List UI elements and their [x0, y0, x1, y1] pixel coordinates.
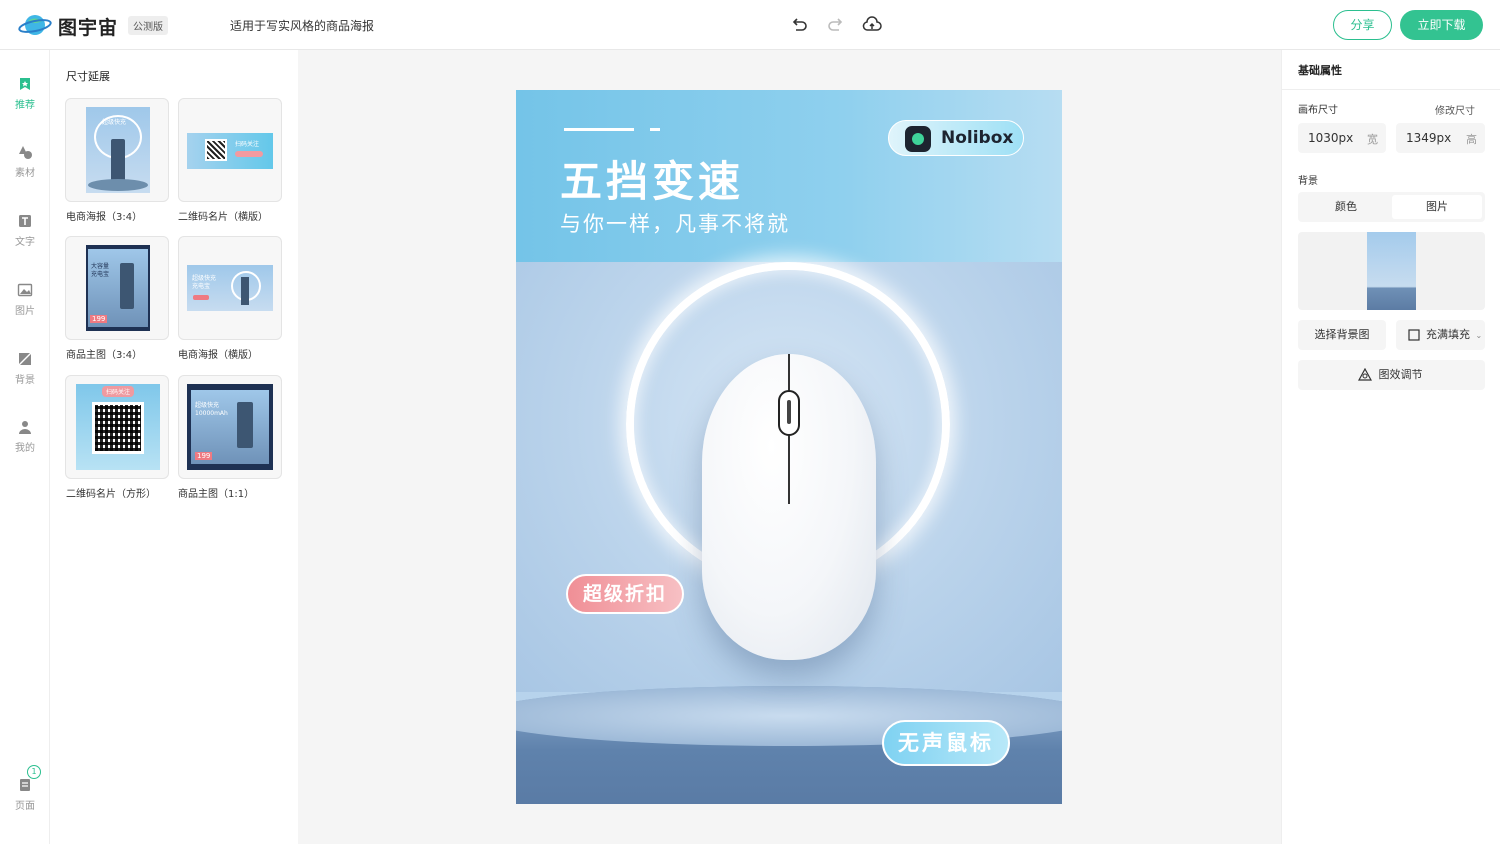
- top-bar: 图宇宙 公测版 适用于写实风格的商品海报 分享 立即下载: [0, 0, 1500, 50]
- price-tag: 199: [195, 452, 213, 460]
- tab-color[interactable]: 颜色: [1301, 195, 1391, 219]
- undo-icon[interactable]: [789, 15, 809, 35]
- fill-icon: [1408, 329, 1420, 341]
- nav-item-recommend[interactable]: 推荐: [0, 76, 50, 111]
- properties-header: 基础属性: [1282, 50, 1500, 90]
- poster-headline[interactable]: 五挡变速: [560, 148, 744, 209]
- background-preview[interactable]: [1298, 232, 1485, 310]
- background-type-toggle: 颜色 图片: [1298, 192, 1485, 222]
- nav-label: 推荐: [15, 100, 35, 111]
- effect-label: 图效调节: [1378, 368, 1423, 381]
- brand-name: Nolibox: [941, 128, 1014, 148]
- template-thumb[interactable]: 扫码关注: [178, 98, 282, 202]
- template-label[interactable]: 商品主图（3:4）: [66, 346, 142, 361]
- height-field[interactable]: 1349px 高: [1396, 123, 1485, 153]
- text-icon: [19, 215, 31, 227]
- nav-label: 文字: [15, 237, 35, 248]
- thumb-text: 超级快充 充电宝: [192, 275, 217, 290]
- brand-logo-icon: [905, 126, 931, 152]
- fill-mode-label: 充满填充: [1426, 328, 1470, 341]
- canvas-workspace: 五挡变速 与你一样，凡事不将就 Nolibox 超级折扣 无声鼠标: [298, 50, 1281, 844]
- properties-title: 基础属性: [1298, 64, 1342, 77]
- nav-label: 页面: [15, 801, 35, 812]
- nav-label: 我的: [15, 443, 35, 454]
- fill-mode-select[interactable]: 充满填充 ⌄: [1396, 320, 1485, 350]
- nav-label: 背景: [15, 375, 35, 386]
- image-icon: [17, 283, 33, 297]
- width-field[interactable]: 1030px 宽: [1298, 123, 1386, 153]
- app-name[interactable]: 图宇宙: [58, 13, 118, 40]
- properties-panel: 基础属性 画布尺寸 修改尺寸 1030px 宽 1349px 高 背景 颜色 图…: [1281, 50, 1500, 844]
- template-label[interactable]: 电商海报（横版）: [178, 346, 258, 361]
- template-label[interactable]: 电商海报（3:4）: [66, 208, 142, 223]
- template-thumb[interactable]: 大容量 充电宝 199: [65, 236, 169, 340]
- discount-tag[interactable]: 超级折扣: [566, 574, 684, 614]
- image-effect-button[interactable]: 图效调节: [1298, 360, 1485, 390]
- shapes-icon: [19, 146, 32, 159]
- nav-item-background[interactable]: 背景: [0, 351, 50, 386]
- template-label[interactable]: 二维码名片（横版）: [178, 208, 268, 223]
- nav-item-text[interactable]: 文字: [0, 213, 50, 248]
- planet-logo-icon[interactable]: [18, 12, 52, 38]
- qr-code-icon: [92, 402, 144, 454]
- template-thumb[interactable]: 超级快充: [65, 98, 169, 202]
- thumb-text: 超级快充: [102, 119, 127, 126]
- poster-canvas[interactable]: 五挡变速 与你一样，凡事不将就 Nolibox 超级折扣 无声鼠标: [516, 90, 1062, 804]
- thumb-text: 超级快充 10000mAh: [195, 402, 228, 417]
- height-value: 1349px: [1406, 131, 1452, 145]
- recommend-icon: [20, 78, 30, 90]
- decor-line: [564, 128, 634, 131]
- nav-item-materials[interactable]: 素材: [0, 144, 50, 179]
- choose-background-button[interactable]: 选择背景图: [1298, 320, 1386, 350]
- side-nav: 推荐 素材 文字 图片 背景 我的 页面 1: [0, 50, 50, 844]
- panel-title: 尺寸延展: [66, 70, 110, 83]
- nav-item-pages[interactable]: 页面 1: [0, 765, 50, 812]
- template-thumb[interactable]: 扫码关注: [65, 375, 169, 479]
- document-title[interactable]: 适用于写实风格的商品海报: [230, 17, 374, 34]
- cloud-upload-icon[interactable]: [862, 15, 882, 35]
- nav-item-images[interactable]: 图片: [0, 282, 50, 317]
- effect-icon: [1358, 368, 1372, 381]
- nav-item-mine[interactable]: 我的: [0, 419, 50, 454]
- user-icon: [19, 421, 31, 434]
- height-unit: 高: [1466, 133, 1477, 146]
- qr-code-icon: [205, 139, 227, 161]
- size-extend-panel: 尺寸延展 超级快充 电商海报（3:4） 扫码关注 二维码名片（横版） 大容量 充…: [50, 50, 298, 844]
- thumb-text: 扫码关注: [235, 141, 260, 148]
- template-thumb[interactable]: 超级快充 10000mAh 199: [178, 375, 282, 479]
- page-count-badge: 1: [27, 765, 41, 779]
- nav-label: 图片: [15, 306, 35, 317]
- template-thumb[interactable]: 超级快充 充电宝: [178, 236, 282, 340]
- download-button[interactable]: 立即下载: [1400, 10, 1483, 40]
- template-label[interactable]: 商品主图（1:1）: [178, 485, 254, 500]
- product-tag[interactable]: 无声鼠标: [882, 720, 1010, 766]
- background-icon: [18, 352, 32, 366]
- mouse-product[interactable]: [702, 354, 876, 660]
- background-label: 背景: [1298, 176, 1318, 187]
- poster-subline[interactable]: 与你一样，凡事不将就: [560, 208, 790, 238]
- thumb-text: 扫码关注: [102, 386, 135, 397]
- nav-label: 素材: [15, 168, 35, 179]
- modify-size-link[interactable]: 修改尺寸: [1435, 102, 1475, 117]
- brand-pill[interactable]: Nolibox: [888, 120, 1024, 156]
- canvas-size-label: 画布尺寸: [1298, 105, 1338, 116]
- width-value: 1030px: [1308, 131, 1354, 145]
- chevron-down-icon: ⌄: [1475, 331, 1483, 340]
- share-button[interactable]: 分享: [1333, 10, 1392, 40]
- redo-icon[interactable]: [826, 15, 846, 35]
- tab-image[interactable]: 图片: [1392, 195, 1482, 219]
- price-tag: 199: [90, 315, 108, 323]
- width-unit: 宽: [1367, 133, 1378, 146]
- pages-icon: [20, 779, 30, 791]
- decor-dash: [650, 128, 660, 131]
- thumb-text: 大容量 充电宝: [91, 263, 110, 278]
- beta-badge: 公测版: [128, 16, 168, 35]
- template-label[interactable]: 二维码名片（方形）: [66, 485, 156, 500]
